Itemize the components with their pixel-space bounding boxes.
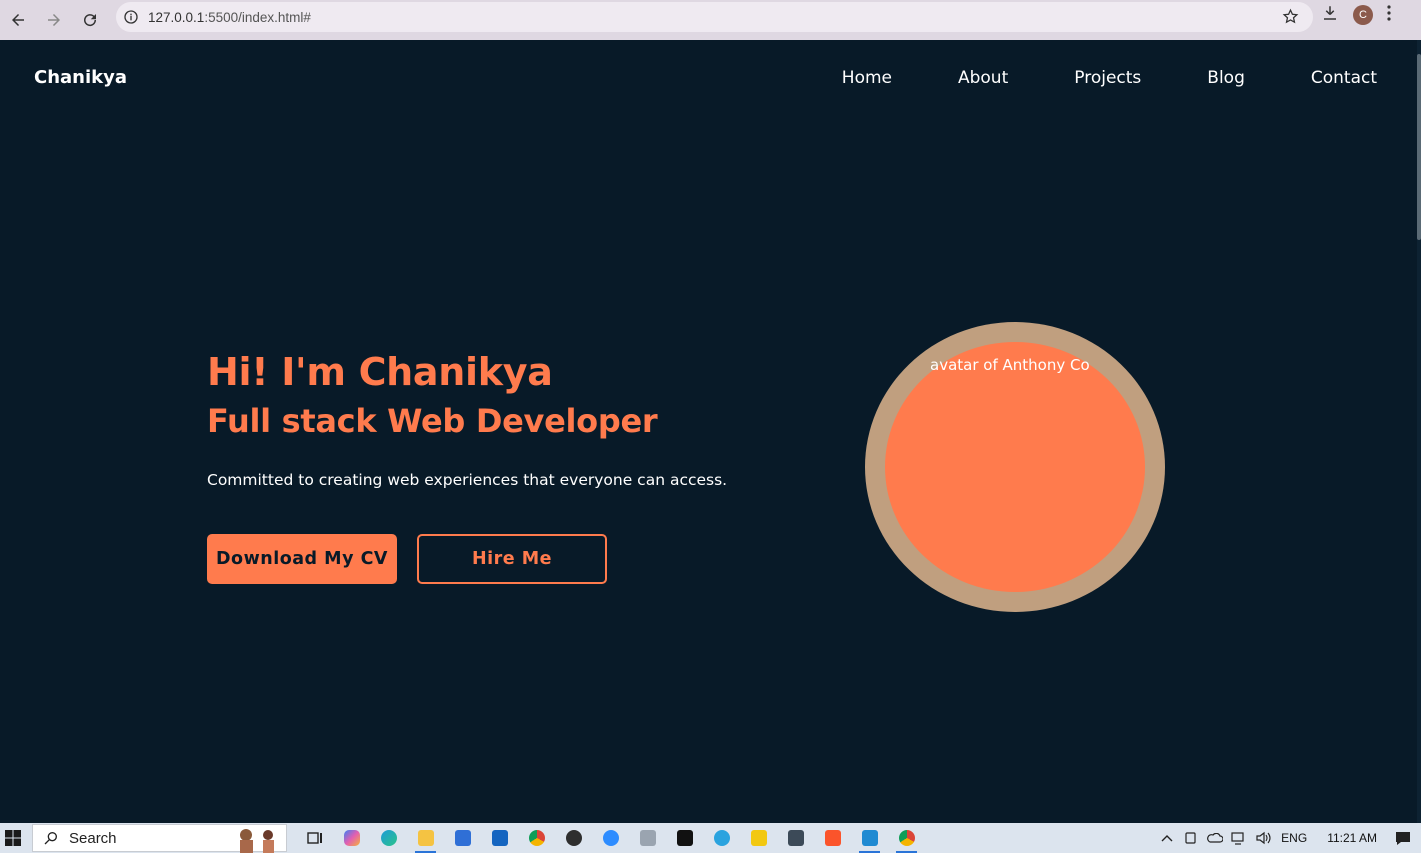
reload-button[interactable] xyxy=(72,4,108,36)
network-icon[interactable] xyxy=(1231,830,1247,846)
nav-about[interactable]: About xyxy=(958,68,1008,88)
url-path: :5500/index.html# xyxy=(204,9,311,25)
edge-icon[interactable] xyxy=(370,823,407,853)
file-explorer-icon[interactable] xyxy=(407,823,444,853)
language-indicator[interactable]: ENG xyxy=(1281,831,1307,845)
hire-me-button[interactable]: Hire Me xyxy=(417,534,607,584)
url-text: 127.0.0.1:5500/index.html# xyxy=(148,10,311,25)
clock[interactable]: 11:21 AM xyxy=(1327,831,1377,845)
search-label: Search xyxy=(69,829,117,847)
outlook-icon[interactable] xyxy=(481,823,518,853)
download-cv-button[interactable]: Download My CV xyxy=(207,534,397,584)
page-scrollbar[interactable] xyxy=(1417,40,1421,823)
onedrive-icon[interactable] xyxy=(1207,830,1224,846)
avatar-image xyxy=(885,342,1145,592)
taskbar-apps xyxy=(296,823,925,853)
powerbi-icon[interactable] xyxy=(740,823,777,853)
chevron-up-icon[interactable] xyxy=(1159,830,1175,846)
copilot-icon[interactable] xyxy=(333,823,370,853)
snipping-tool-icon[interactable] xyxy=(777,823,814,853)
address-bar[interactable]: 127.0.0.1:5500/index.html# xyxy=(116,2,1313,32)
main-nav: Home About Projects Blog Contact xyxy=(776,68,1377,88)
search-highlight-icon xyxy=(240,829,274,853)
windows-start-icon[interactable] xyxy=(0,823,26,853)
page-viewport: Chanikya Home About Projects Blog Contac… xyxy=(0,40,1417,823)
bookmark-star-icon[interactable] xyxy=(1282,8,1299,29)
store-icon[interactable] xyxy=(444,823,481,853)
whatsapp-icon[interactable] xyxy=(555,823,592,853)
download-icon[interactable] xyxy=(1321,4,1339,26)
telegram-icon[interactable] xyxy=(703,823,740,853)
hero-greeting: Hi! I'm Chanikya xyxy=(207,350,553,394)
back-arrow-icon xyxy=(12,14,24,26)
zoom-icon[interactable] xyxy=(592,823,629,853)
hero-role: Full stack Web Developer xyxy=(207,402,658,440)
system-tray: ENG 11:21 AM xyxy=(1155,823,1421,853)
volume-icon[interactable] xyxy=(1255,830,1271,846)
notification-icon[interactable] xyxy=(1395,830,1411,846)
hero-tagline: Committed to creating web experiences th… xyxy=(207,471,728,489)
url-host: 127.0.0.1 xyxy=(148,9,205,25)
back-button[interactable] xyxy=(0,4,36,36)
scrollbar-thumb[interactable] xyxy=(1417,54,1421,240)
nav-contact[interactable]: Contact xyxy=(1311,68,1377,88)
forward-button[interactable] xyxy=(36,4,72,36)
profile-avatar[interactable]: C xyxy=(1353,5,1373,25)
taskbar-search[interactable]: Search xyxy=(32,824,287,853)
browser-actions: C xyxy=(1321,4,1391,26)
os-taskbar: Search ENG 11:21 AM xyxy=(0,823,1421,853)
search-icon xyxy=(43,830,59,846)
avatar-alt-text: avatar of Anthony Co xyxy=(930,356,1090,374)
site-info-icon[interactable] xyxy=(116,9,146,25)
task-view-icon[interactable] xyxy=(296,823,333,853)
nav-blog[interactable]: Blog xyxy=(1207,68,1245,88)
chrome-icon[interactable] xyxy=(518,823,555,853)
nav-projects[interactable]: Projects xyxy=(1074,68,1141,88)
vscode-icon[interactable] xyxy=(851,823,888,853)
nav-home[interactable]: Home xyxy=(842,68,892,88)
chrome-active-icon[interactable] xyxy=(888,823,925,853)
browser-toolbar: 127.0.0.1:5500/index.html# C xyxy=(0,0,1421,40)
brave-icon[interactable] xyxy=(814,823,851,853)
media-app-icon[interactable] xyxy=(666,823,703,853)
meet-now-icon[interactable] xyxy=(1183,830,1199,846)
site-logo[interactable]: Chanikya xyxy=(34,67,127,88)
photos-icon[interactable] xyxy=(629,823,666,853)
reload-icon xyxy=(84,14,97,27)
menu-dots-icon[interactable] xyxy=(1387,5,1391,25)
forward-arrow-icon xyxy=(48,14,60,26)
